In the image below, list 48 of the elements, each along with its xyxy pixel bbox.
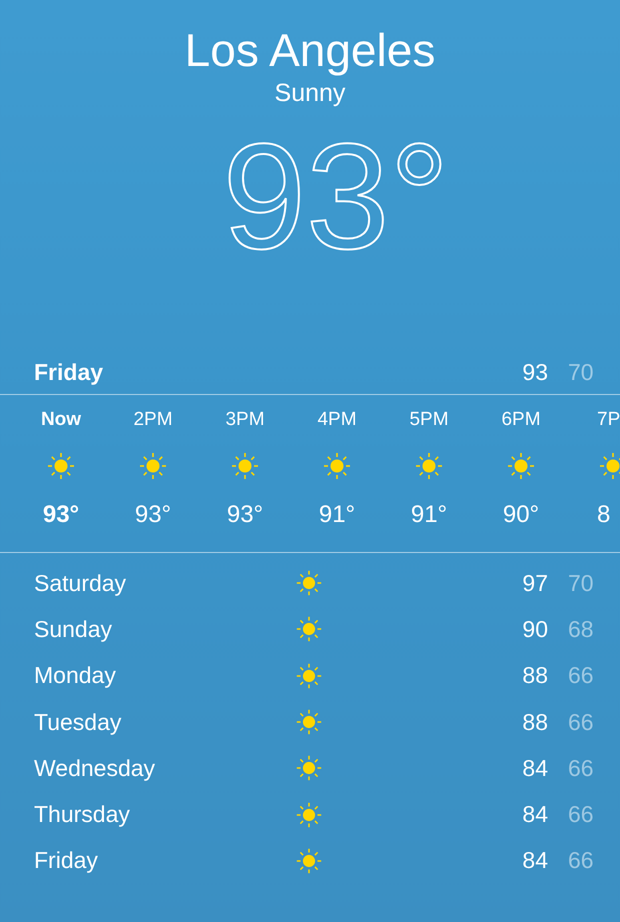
- city-name: Los Angeles: [184, 24, 436, 76]
- low-temperature: 70: [567, 570, 595, 597]
- hour-label: 6PM: [501, 408, 541, 432]
- hour-temperature: 8: [597, 500, 610, 530]
- hour-label: 7P: [597, 408, 620, 432]
- high-temperature: 84: [521, 754, 548, 782]
- high-temperature: 93: [521, 358, 548, 386]
- sun-icon: [137, 450, 169, 482]
- high-temperature: 97: [521, 570, 548, 597]
- high-temperature: 90: [521, 616, 548, 643]
- low-temperature: 68: [567, 616, 595, 643]
- low-temperature: 66: [567, 708, 595, 736]
- hour-label: 4PM: [317, 408, 357, 432]
- hour-label: 5PM: [409, 408, 449, 432]
- low-temperature: 66: [567, 801, 595, 828]
- hour-temperature: 93°: [226, 500, 264, 530]
- hour-label: Now: [40, 408, 82, 432]
- hour-label: 2PM: [133, 408, 173, 432]
- high-temperature: 88: [521, 662, 548, 690]
- hour-temperature: 91°: [318, 500, 356, 530]
- current-temperature: 93°: [222, 116, 450, 276]
- sun-icon: [45, 450, 77, 482]
- sun-icon: [321, 450, 353, 482]
- hour-temperature: 93°: [42, 500, 80, 530]
- day-name: Friday: [34, 847, 99, 874]
- low-temperature: 66: [567, 847, 595, 874]
- high-temperature: 84: [521, 847, 548, 874]
- low-temperature: 66: [567, 662, 595, 690]
- hour-temperature: 93°: [134, 500, 172, 530]
- day-name: Wednesday: [34, 754, 156, 782]
- sun-icon: [505, 450, 537, 482]
- low-temperature: 70: [567, 358, 595, 386]
- sun-icon: [229, 450, 261, 482]
- day-name: Sunday: [34, 616, 114, 643]
- day-name: Thursday: [34, 801, 131, 828]
- sun-icon: [413, 450, 445, 482]
- hour-label: 3PM: [225, 408, 265, 432]
- high-temperature: 84: [521, 801, 548, 828]
- day-name: Friday: [34, 358, 104, 386]
- hour-temperature: 90°: [502, 500, 540, 530]
- high-temperature: 88: [521, 708, 548, 736]
- sun-icon: [597, 450, 620, 482]
- day-name: Tuesday: [34, 708, 122, 736]
- weather-condition: Sunny: [274, 78, 346, 108]
- hour-temperature: 91°: [410, 500, 448, 530]
- low-temperature: 66: [567, 754, 595, 782]
- day-name: Monday: [34, 662, 117, 690]
- day-name: Saturday: [34, 570, 128, 597]
